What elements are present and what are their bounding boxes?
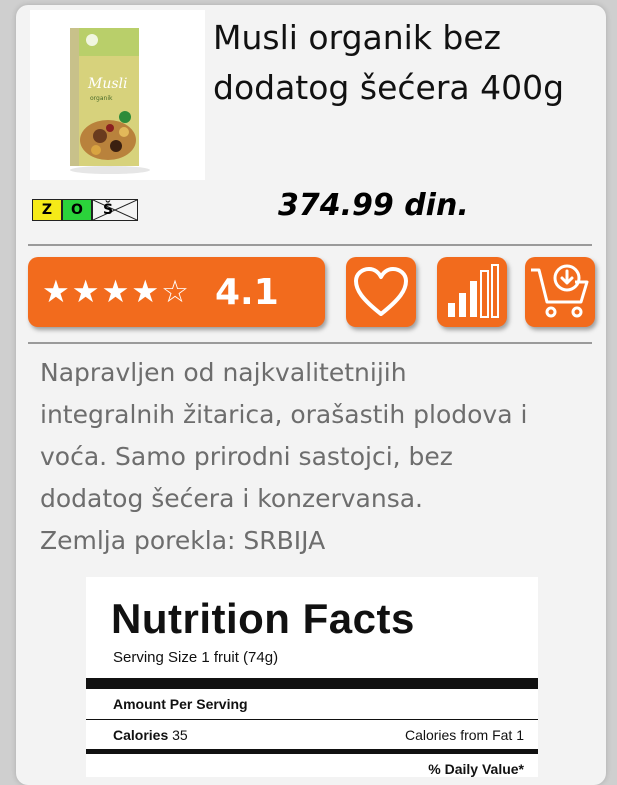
badge-o: O: [62, 199, 92, 221]
product-description: Napravljen od najkvalitetnijih integraln…: [40, 352, 595, 562]
description-line: Napravljen od najkvalitetnijih: [40, 358, 407, 387]
badge-s-letter: Š: [102, 202, 114, 218]
rating-button[interactable]: ★★★★☆ 4.1: [28, 257, 325, 327]
description-line: dodatog šećera i konzervansa.: [40, 484, 423, 513]
product-title-line2: dodatog šećera 400g: [213, 68, 565, 107]
origin-country: Zemlja porekla: SRBIJA: [40, 526, 326, 555]
serving-size: Serving Size 1 fruit (74g): [113, 649, 279, 666]
product-image[interactable]: Musli organik: [30, 10, 205, 180]
description-line: voća. Samo prirodni sastojci, bez: [40, 442, 453, 471]
price: 374.99 din.: [278, 188, 469, 223]
product-title: Musli organik bez dodatog šećera 400g: [213, 13, 593, 113]
add-to-cart-button[interactable]: [525, 257, 595, 327]
calories-value: 35: [172, 727, 188, 743]
calories-row: Calories 35: [113, 727, 188, 743]
package-sub-text: organik: [90, 95, 113, 102]
package-brand-text: Musli: [87, 76, 128, 92]
description-line: integralnih žitarica, orašastih plodova …: [40, 400, 528, 429]
amount-per-serving: Amount Per Serving: [113, 696, 248, 712]
badge-z: Z: [32, 199, 62, 221]
nutrition-thick-rule: [86, 678, 538, 689]
divider-top: [28, 244, 592, 246]
badge-s-crossed: Š: [92, 199, 138, 221]
dietary-badges: Z O Š: [32, 199, 138, 221]
divider-bottom: [28, 342, 592, 344]
nutrition-rule: [86, 719, 538, 720]
heart-icon: [354, 267, 408, 316]
calories-from-fat: Calories from Fat 1: [404, 727, 524, 743]
compare-button[interactable]: [437, 257, 507, 327]
favorite-button[interactable]: [346, 257, 416, 327]
cart-download-icon: [531, 264, 589, 318]
signal-bars-icon: [448, 264, 499, 318]
nutrition-title: Nutrition Facts: [111, 595, 415, 642]
cross-icon: [93, 200, 137, 220]
calories-label: Calories: [113, 727, 169, 743]
musli-package-illustration: Musli organik: [70, 28, 150, 174]
rating-stars: ★★★★☆: [42, 274, 191, 310]
rating-value: 4.1: [214, 271, 279, 313]
nutrition-medium-rule: [86, 749, 538, 754]
product-title-line1: Musli organik bez: [213, 18, 502, 57]
nutrition-facts-label: Nutrition Facts Serving Size 1 fruit (74…: [86, 577, 538, 777]
